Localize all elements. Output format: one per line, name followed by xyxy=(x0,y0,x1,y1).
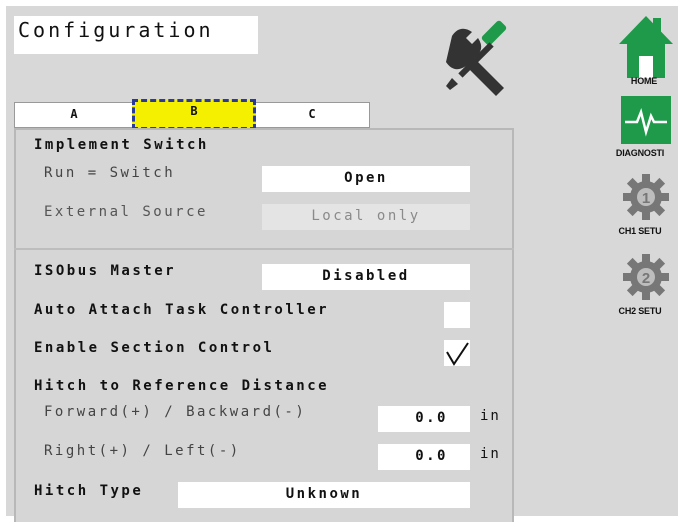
svg-text:1: 1 xyxy=(642,190,650,207)
isobus-master-label: ISObus Master xyxy=(34,263,177,279)
diagnostics-button[interactable]: DIAGNOSTI xyxy=(602,96,678,158)
tab-b[interactable]: B xyxy=(132,99,256,130)
page-title: Configuration xyxy=(14,16,258,54)
run-switch-field[interactable]: Open xyxy=(262,166,470,192)
ch2-setup-button[interactable]: 2 CH2 SETU xyxy=(602,252,678,316)
implement-switch-heading: Implement Switch xyxy=(34,137,209,153)
configuration-screen: Configuration A C B Implement Switch Run… xyxy=(6,6,678,522)
forward-unit: in xyxy=(480,408,501,424)
home-caption-wrap: HOME xyxy=(602,76,678,86)
heartbeat-icon xyxy=(621,96,671,144)
hitch-distance-heading: Hitch to Reference Distance xyxy=(34,378,330,394)
right-unit: in xyxy=(480,446,501,462)
auto-attach-label: Auto Attach Task Controller xyxy=(34,302,330,318)
hitch-type-field[interactable]: Unknown xyxy=(178,482,470,508)
gear-1-icon: 1 xyxy=(623,174,669,220)
auto-attach-checkbox[interactable] xyxy=(444,302,470,328)
checkmark-icon xyxy=(446,342,469,366)
home-label: HOME xyxy=(630,76,658,86)
forward-backward-label: Forward(+) / Backward(-) xyxy=(44,404,307,420)
svg-text:2: 2 xyxy=(642,270,650,287)
forward-backward-field[interactable]: 0.0 xyxy=(378,406,470,432)
section-control-label: Enable Section Control xyxy=(34,340,275,356)
home-button[interactable] xyxy=(614,10,678,82)
ch1-setup-label: CH1 SETU xyxy=(618,226,662,236)
tools-icon[interactable] xyxy=(438,18,520,98)
run-switch-label: Run = Switch xyxy=(44,165,176,181)
hitch-type-label: Hitch Type xyxy=(34,483,144,499)
right-left-field[interactable]: 0.0 xyxy=(378,444,470,470)
tab-c[interactable]: C xyxy=(254,102,370,128)
section-control-checkbox[interactable] xyxy=(444,340,470,366)
gear-2-icon: 2 xyxy=(623,254,669,300)
section-divider xyxy=(14,248,514,250)
ch2-setup-label: CH2 SETU xyxy=(618,306,662,316)
external-source-label: External Source xyxy=(44,204,208,220)
home-icon xyxy=(619,16,673,78)
diagnostics-label: DIAGNOSTI xyxy=(615,148,665,158)
ch1-setup-button[interactable]: 1 CH1 SETU xyxy=(602,172,678,236)
tab-a[interactable]: A xyxy=(14,102,134,128)
isobus-master-field[interactable]: Disabled xyxy=(262,264,470,290)
right-left-label: Right(+) / Left(-) xyxy=(44,443,241,459)
external-source-field: Local only xyxy=(262,204,470,230)
